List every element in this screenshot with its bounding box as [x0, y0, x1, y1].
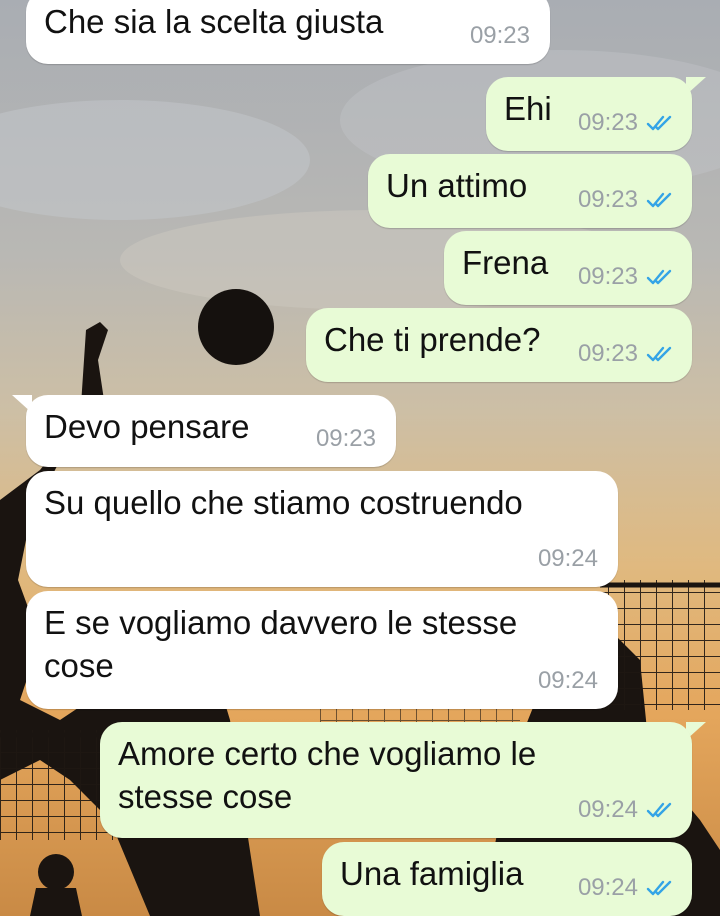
message-bubble-incoming[interactable]: E se vogliamo davvero le stesse cose 09:… — [26, 591, 618, 709]
double-check-icon — [646, 880, 672, 896]
message-bubble-incoming[interactable]: Devo pensare 09:23 — [26, 395, 396, 467]
message-text: E se vogliamo davvero le stesse cose — [44, 604, 518, 684]
message-time: 09:23 — [577, 263, 638, 290]
message-time: 09:24 — [577, 796, 638, 823]
message-time: 09:24 — [537, 545, 598, 572]
message-bubble-outgoing[interactable]: Una famiglia 09:24 — [322, 842, 692, 916]
message-time: 09:24 — [537, 667, 598, 694]
message-text: Amore certo che vogliamo le stesse cose — [118, 735, 537, 815]
message-time: 09:23 — [469, 22, 530, 49]
message-bubble-incoming[interactable]: Che sia la scelta giusta 09:23 — [26, 0, 550, 64]
double-check-icon — [646, 346, 672, 362]
message-bubble-incoming[interactable]: Su quello che stiamo costruendo 09:24 — [26, 471, 618, 587]
double-check-icon — [646, 802, 672, 818]
message-time: 09:23 — [577, 340, 638, 367]
message-bubble-outgoing[interactable]: Amore certo che vogliamo le stesse cose … — [100, 722, 692, 838]
message-time: 09:24 — [577, 874, 638, 901]
message-text: Su quello che stiamo costruendo — [44, 484, 523, 521]
double-check-icon — [646, 192, 672, 208]
message-time: 09:23 — [577, 186, 638, 213]
message-time: 09:23 — [315, 425, 376, 452]
message-bubble-outgoing[interactable]: Frena 09:23 — [444, 231, 692, 305]
double-check-icon — [646, 115, 672, 131]
message-text: Che sia la scelta giusta — [44, 3, 384, 40]
double-check-icon — [646, 269, 672, 285]
message-time: 09:23 — [577, 109, 638, 136]
message-bubble-outgoing[interactable]: Ehi 09:23 — [486, 77, 692, 151]
message-bubble-outgoing[interactable]: Un attimo 09:23 — [368, 154, 692, 228]
message-bubble-outgoing[interactable]: Che ti prende? 09:23 — [306, 308, 692, 382]
